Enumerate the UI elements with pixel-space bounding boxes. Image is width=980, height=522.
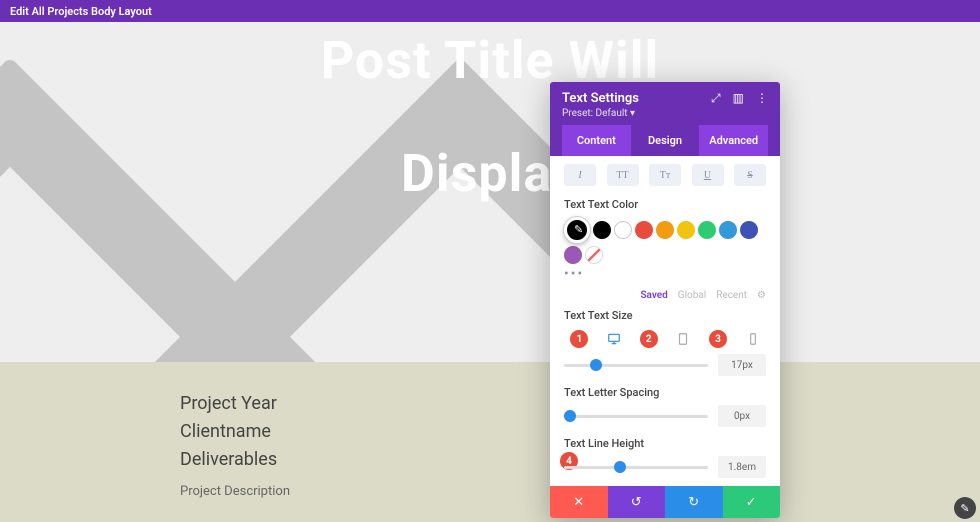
saved-tab[interactable]: Saved <box>640 290 667 301</box>
size-value[interactable]: 17px <box>718 354 766 376</box>
global-tab[interactable]: Global <box>678 290 706 301</box>
hero-area: Post Title Will Display <box>0 22 980 362</box>
strikethrough-button[interactable]: S <box>734 164 766 186</box>
gear-icon[interactable]: ⚙ <box>757 290 766 301</box>
device-tabs: 1 2 3 <box>564 330 766 348</box>
tablet-icon[interactable] <box>676 332 690 346</box>
expand-icon[interactable]: ⤢ <box>711 91 721 106</box>
tab-advanced[interactable]: Advanced <box>699 125 768 156</box>
letter-spacing-slider: 0px <box>564 405 766 427</box>
color-swatch[interactable] <box>719 221 737 239</box>
columns-icon[interactable]: ▥ <box>733 91 744 106</box>
line-height-slider: 4 1.8em <box>564 456 766 478</box>
spacing-track[interactable] <box>564 415 708 418</box>
letter-spacing-label: Text Letter Spacing <box>564 386 766 399</box>
color-swatch[interactable] <box>677 221 695 239</box>
tab-content[interactable]: Content <box>562 125 631 156</box>
lineheight-track[interactable] <box>564 466 708 469</box>
uppercase-button[interactable]: TT <box>607 164 639 186</box>
color-swatch[interactable] <box>593 221 611 239</box>
preset-label[interactable]: Preset: Default ▾ <box>562 108 768 125</box>
panel-tabs: Content Design Advanced <box>562 125 768 156</box>
color-swatch[interactable] <box>564 246 582 264</box>
spacing-value[interactable]: 0px <box>718 405 766 427</box>
lineheight-value[interactable]: 1.8em <box>718 456 766 478</box>
line-height-label: Text Line Height <box>564 437 766 450</box>
settings-fab-icon[interactable]: ✎ <box>954 497 976 519</box>
more-icon[interactable]: ⋮ <box>756 91 768 106</box>
phone-icon[interactable] <box>746 332 760 346</box>
smallcaps-button[interactable]: Tᴛ <box>649 164 681 186</box>
text-size-label: Text Text Size <box>564 309 766 322</box>
callout-3: 3 <box>709 330 727 348</box>
more-dots-icon[interactable]: ••• <box>564 266 766 282</box>
project-meta-block: Project Year Clientname Deliverables Pro… <box>0 362 980 499</box>
panel-header-icons: ⤢ ▥ ⋮ <box>711 91 768 106</box>
color-swatch[interactable] <box>614 221 632 239</box>
saved-colors-row: Saved Global Recent ⚙ <box>564 290 766 301</box>
desktop-icon[interactable] <box>607 332 621 346</box>
size-track[interactable] <box>564 364 708 367</box>
callout-2: 2 <box>640 330 658 348</box>
color-swatch[interactable] <box>656 221 674 239</box>
cancel-button[interactable]: ✕ <box>550 486 608 518</box>
color-swatches: ✎ <box>564 217 766 264</box>
underline-button[interactable]: U <box>692 164 724 186</box>
panel-body: I TT Tᴛ U S Text Text Color ✎ ••• Saved … <box>550 156 780 486</box>
text-size-slider: 17px <box>564 354 766 376</box>
no-color-swatch[interactable] <box>585 246 603 264</box>
recent-tab[interactable]: Recent <box>716 290 747 301</box>
tab-design[interactable]: Design <box>631 125 700 156</box>
text-color-label: Text Text Color <box>564 198 766 211</box>
callout-1: 1 <box>570 330 588 348</box>
text-settings-panel: Text Settings ⤢ ▥ ⋮ Preset: Default ▾ Co… <box>550 82 780 518</box>
italic-button[interactable]: I <box>564 164 596 186</box>
undo-button[interactable]: ↺ <box>608 486 666 518</box>
panel-title: Text Settings <box>562 91 639 106</box>
redo-button[interactable]: ↻ <box>665 486 723 518</box>
top-bar: Edit All Projects Body Layout <box>0 0 980 22</box>
text-format-row: I TT Tᴛ U S <box>564 164 766 186</box>
top-bar-title: Edit All Projects Body Layout <box>10 5 152 18</box>
panel-header[interactable]: Text Settings ⤢ ▥ ⋮ Preset: Default ▾ Co… <box>550 82 780 156</box>
eyedropper-swatch[interactable]: ✎ <box>564 217 590 243</box>
panel-footer: ✕ ↺ ↻ ✓ <box>550 486 780 518</box>
color-swatch[interactable] <box>698 221 716 239</box>
color-swatch[interactable] <box>635 221 653 239</box>
color-swatch[interactable] <box>740 221 758 239</box>
save-button[interactable]: ✓ <box>723 486 781 518</box>
